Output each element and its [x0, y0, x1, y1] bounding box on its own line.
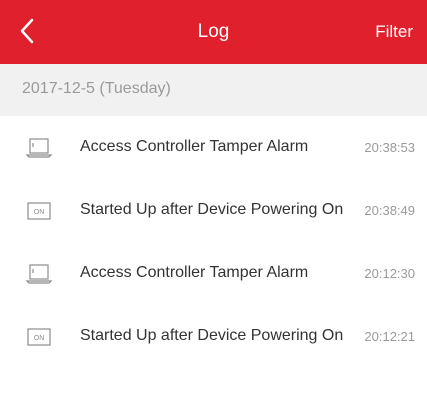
- app-header: Log Filter: [0, 0, 427, 64]
- log-item[interactable]: ON Started Up after Device Powering On 2…: [0, 305, 427, 368]
- empty-area: [0, 368, 427, 397]
- log-timestamp: 20:12:30: [364, 266, 415, 281]
- laptop-icon: [25, 264, 53, 284]
- log-message: Access Controller Tamper Alarm: [80, 138, 309, 155]
- log-item[interactable]: ON Started Up after Device Powering On 2…: [0, 179, 427, 242]
- laptop-icon: [25, 138, 53, 158]
- power-on-icon: ON: [27, 328, 51, 346]
- log-message: Access Controller Tamper Alarm: [80, 264, 309, 281]
- log-timestamp: 20:38:49: [364, 203, 415, 218]
- date-label: 2017-12-5 (Tuesday): [22, 80, 171, 97]
- log-list: Access Controller Tamper Alarm 20:38:53 …: [0, 116, 427, 368]
- log-timestamp: 20:12:21: [364, 329, 415, 344]
- filter-button[interactable]: Filter: [375, 0, 413, 64]
- log-item[interactable]: Access Controller Tamper Alarm 20:38:53: [0, 116, 427, 179]
- log-message: Started Up after Device Powering On: [80, 327, 344, 344]
- log-message: Started Up after Device Powering On: [80, 201, 344, 218]
- power-on-icon: ON: [27, 202, 51, 220]
- log-item[interactable]: Access Controller Tamper Alarm 20:12:30: [0, 242, 427, 305]
- power-on-icon-label: ON: [34, 335, 45, 342]
- date-section-header: 2017-12-5 (Tuesday): [0, 64, 427, 116]
- page-title: Log: [197, 21, 230, 42]
- log-timestamp: 20:38:53: [364, 140, 415, 155]
- power-on-icon-label: ON: [34, 209, 45, 216]
